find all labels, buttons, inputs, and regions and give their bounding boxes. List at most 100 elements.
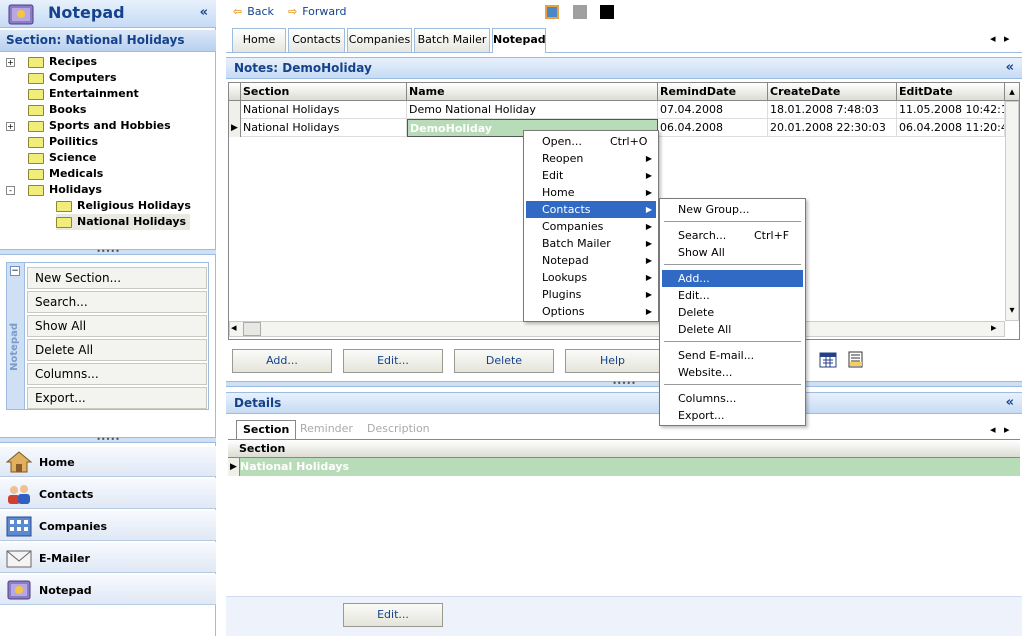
submenu-item-send-email[interactable]: Send E-mail...: [662, 347, 803, 364]
color-scheme-black-button[interactable]: [600, 5, 614, 19]
table-cell[interactable]: 06.04.2008: [658, 119, 768, 137]
tab-contacts[interactable]: Contacts: [288, 28, 345, 52]
nav-contacts-button[interactable]: Contacts: [0, 478, 216, 509]
back-button[interactable]: ⇦ Back: [233, 5, 274, 18]
tree-node-entertainment[interactable]: Entertainment: [28, 86, 139, 102]
vertical-scrollbar[interactable]: [1005, 101, 1019, 321]
nav-home-button[interactable]: Home: [0, 446, 216, 477]
submenu-item-export[interactable]: Export...: [662, 407, 803, 424]
menu-item-contacts[interactable]: Contacts ▶: [526, 201, 656, 218]
scroll-left-icon[interactable]: ◂: [231, 321, 243, 337]
tree-node-medicals[interactable]: Medicals: [28, 166, 103, 182]
table-cell[interactable]: 11.05.2008 10:42:19: [897, 101, 1005, 119]
help-button[interactable]: Help: [565, 349, 660, 373]
menu-item-lookups[interactable]: Lookups ▶: [526, 269, 656, 286]
scroll-right-icon[interactable]: ▸: [991, 321, 1003, 337]
tree-splitter[interactable]: •••••: [0, 248, 216, 256]
nav-splitter[interactable]: •••••: [0, 436, 216, 444]
details-tab-prev-icon[interactable]: ◂: [990, 423, 996, 436]
submenu-item-delete[interactable]: Delete: [662, 304, 803, 321]
column-header-editdate[interactable]: EditDate: [897, 83, 1005, 101]
nav-notepad-button[interactable]: Notepad: [0, 574, 216, 605]
submenu-item-add[interactable]: Add...: [662, 270, 803, 287]
menu-item-companies[interactable]: Companies ▶: [526, 218, 656, 235]
tree-expander-sports[interactable]: +: [6, 122, 15, 131]
columns-button[interactable]: Columns...: [27, 363, 207, 385]
tree-node-computers[interactable]: Computers: [28, 70, 117, 86]
calendar-icon[interactable]: [819, 352, 837, 368]
delete-all-button[interactable]: Delete All: [27, 339, 207, 361]
table-cell[interactable]: 20.01.2008 22:30:03: [768, 119, 897, 137]
submenu-item-delete-all[interactable]: Delete All: [662, 321, 803, 338]
tab-batch-mailer[interactable]: Batch Mailer: [414, 28, 490, 52]
tree-node-holidays[interactable]: Holidays: [28, 182, 102, 198]
table-cell[interactable]: Demo National Holiday: [407, 101, 658, 119]
nav-emailer-button[interactable]: E-Mailer: [0, 542, 216, 573]
column-header-createdate[interactable]: CreateDate: [768, 83, 897, 101]
table-cell[interactable]: National Holidays: [241, 101, 407, 119]
current-row-indicator[interactable]: ▶: [229, 119, 241, 137]
new-section-button[interactable]: New Section...: [27, 267, 207, 289]
tree-node-poilitics[interactable]: Poilitics: [28, 134, 98, 150]
tree-node-recipes[interactable]: Recipes: [28, 54, 97, 70]
table-cell[interactable]: 07.04.2008: [658, 101, 768, 119]
tree-node-national-holidays[interactable]: National Holidays: [56, 214, 191, 230]
collapse-left-panel-button[interactable]: «: [200, 5, 208, 20]
details-tab-description[interactable]: Description: [361, 420, 436, 440]
scroll-up-icon[interactable]: ▴: [1005, 83, 1019, 101]
menu-item-plugins[interactable]: Plugins ▶: [526, 286, 656, 303]
color-scheme-blue-button[interactable]: [545, 5, 559, 19]
table-cell[interactable]: National Holidays: [241, 119, 407, 137]
tab-prev-icon[interactable]: ◂: [990, 32, 996, 45]
menu-item-reopen[interactable]: Reopen ▶: [526, 150, 656, 167]
show-all-button[interactable]: Show All: [27, 315, 207, 337]
menu-item-batch-mailer[interactable]: Batch Mailer ▶: [526, 235, 656, 252]
details-tab-next-icon[interactable]: ▸: [1004, 423, 1010, 436]
tree-expander-recipes[interactable]: +: [6, 58, 15, 67]
menu-item-notepad[interactable]: Notepad ▶: [526, 252, 656, 269]
panel-splitter[interactable]: •••••: [226, 380, 1022, 388]
column-header-reminddate[interactable]: RemindDate: [658, 83, 768, 101]
tree-node-science[interactable]: Science: [28, 150, 97, 166]
edit-note-button[interactable]: Edit...: [343, 349, 443, 373]
submenu-item-show-all[interactable]: Show All: [662, 244, 803, 261]
tab-home[interactable]: Home: [232, 28, 286, 52]
search-button[interactable]: Search...: [27, 291, 207, 313]
table-cell[interactable]: 06.04.2008 11:20:40: [897, 119, 1005, 137]
edit-details-button[interactable]: Edit...: [343, 603, 443, 627]
menu-item-open[interactable]: Open... Ctrl+O: [526, 133, 656, 150]
horizontal-scroll-thumb[interactable]: [243, 322, 261, 336]
details-tab-reminder[interactable]: Reminder: [294, 420, 359, 440]
export-button[interactable]: Export...: [27, 387, 207, 409]
nav-companies-button[interactable]: Companies: [0, 510, 216, 541]
submenu-item-columns[interactable]: Columns...: [662, 390, 803, 407]
color-scheme-silver-button[interactable]: [573, 5, 587, 19]
row-selector[interactable]: [229, 101, 241, 119]
collapse-actions-button[interactable]: −: [10, 266, 20, 276]
tab-companies[interactable]: Companies: [347, 28, 412, 52]
submenu-item-search[interactable]: Search... Ctrl+F: [662, 227, 803, 244]
tree-node-books[interactable]: Books: [28, 102, 86, 118]
details-row-section[interactable]: National Holidays: [240, 458, 1020, 476]
collapse-details-button[interactable]: «: [1006, 395, 1014, 410]
horizontal-scrollbar[interactable]: [229, 321, 1005, 337]
submenu-item-website[interactable]: Website...: [662, 364, 803, 381]
submenu-item-new-group[interactable]: New Group...: [662, 201, 803, 218]
column-header-section[interactable]: Section: [241, 83, 407, 101]
tab-next-icon[interactable]: ▸: [1004, 32, 1010, 45]
scroll-down-icon[interactable]: ▾: [1005, 305, 1019, 321]
table-cell[interactable]: 18.01.2008 7:48:03: [768, 101, 897, 119]
tab-notepad[interactable]: Notepad: [492, 28, 546, 53]
details-current-row-indicator[interactable]: ▶: [228, 458, 240, 476]
submenu-item-edit[interactable]: Edit...: [662, 287, 803, 304]
details-column-header-section[interactable]: Section: [239, 442, 285, 455]
column-header-name[interactable]: Name: [407, 83, 658, 101]
forward-button[interactable]: ⇨ Forward: [288, 5, 346, 18]
tree-node-religious-holidays[interactable]: Religious Holidays: [56, 198, 191, 214]
tree-expander-holidays[interactable]: -: [6, 186, 15, 195]
details-tab-section[interactable]: Section: [236, 420, 297, 440]
menu-item-options[interactable]: Options ▶: [526, 303, 656, 320]
tree-node-sports-and-hobbies[interactable]: Sports and Hobbies: [28, 118, 171, 134]
add-note-button[interactable]: Add...: [232, 349, 332, 373]
delete-note-button[interactable]: Delete: [454, 349, 554, 373]
